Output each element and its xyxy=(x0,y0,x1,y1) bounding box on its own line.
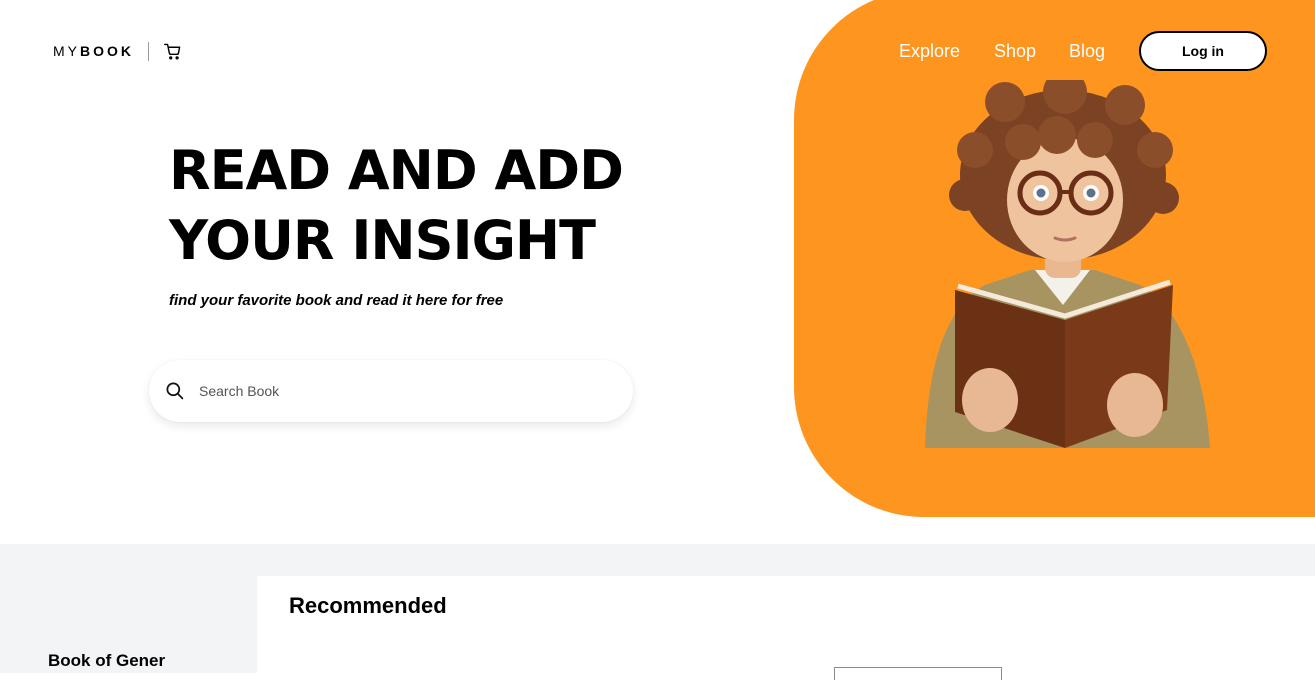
login-button[interactable]: Log in xyxy=(1139,31,1267,71)
logo-main: BOOK xyxy=(80,43,134,59)
search-icon[interactable] xyxy=(165,381,184,400)
logo-prefix: MY xyxy=(53,43,80,59)
book-thumbnail[interactable] xyxy=(834,667,1002,680)
recommended-heading: Recommended xyxy=(289,593,447,618)
nav-blog[interactable]: Blog xyxy=(1069,40,1105,62)
hero-title: READ AND ADD YOUR INSIGHT xyxy=(169,136,624,276)
boy-reading-book-image xyxy=(925,80,1210,448)
hero-title-line2: YOUR INSIGHT xyxy=(169,209,596,272)
recommended-panel xyxy=(257,576,1315,673)
nav-shop[interactable]: Shop xyxy=(994,40,1036,62)
sidebar-heading-genre: Book of Gener xyxy=(48,651,166,670)
logo-divider xyxy=(148,42,149,61)
logo[interactable]: MY BOOK xyxy=(53,43,134,59)
hero-subtitle: find your favorite book and read it here… xyxy=(169,292,504,309)
nav-explore[interactable]: Explore xyxy=(899,40,960,62)
shopping-cart-icon[interactable] xyxy=(164,43,181,60)
hero-title-line1: READ AND ADD xyxy=(169,139,624,202)
search-input[interactable] xyxy=(199,380,599,402)
